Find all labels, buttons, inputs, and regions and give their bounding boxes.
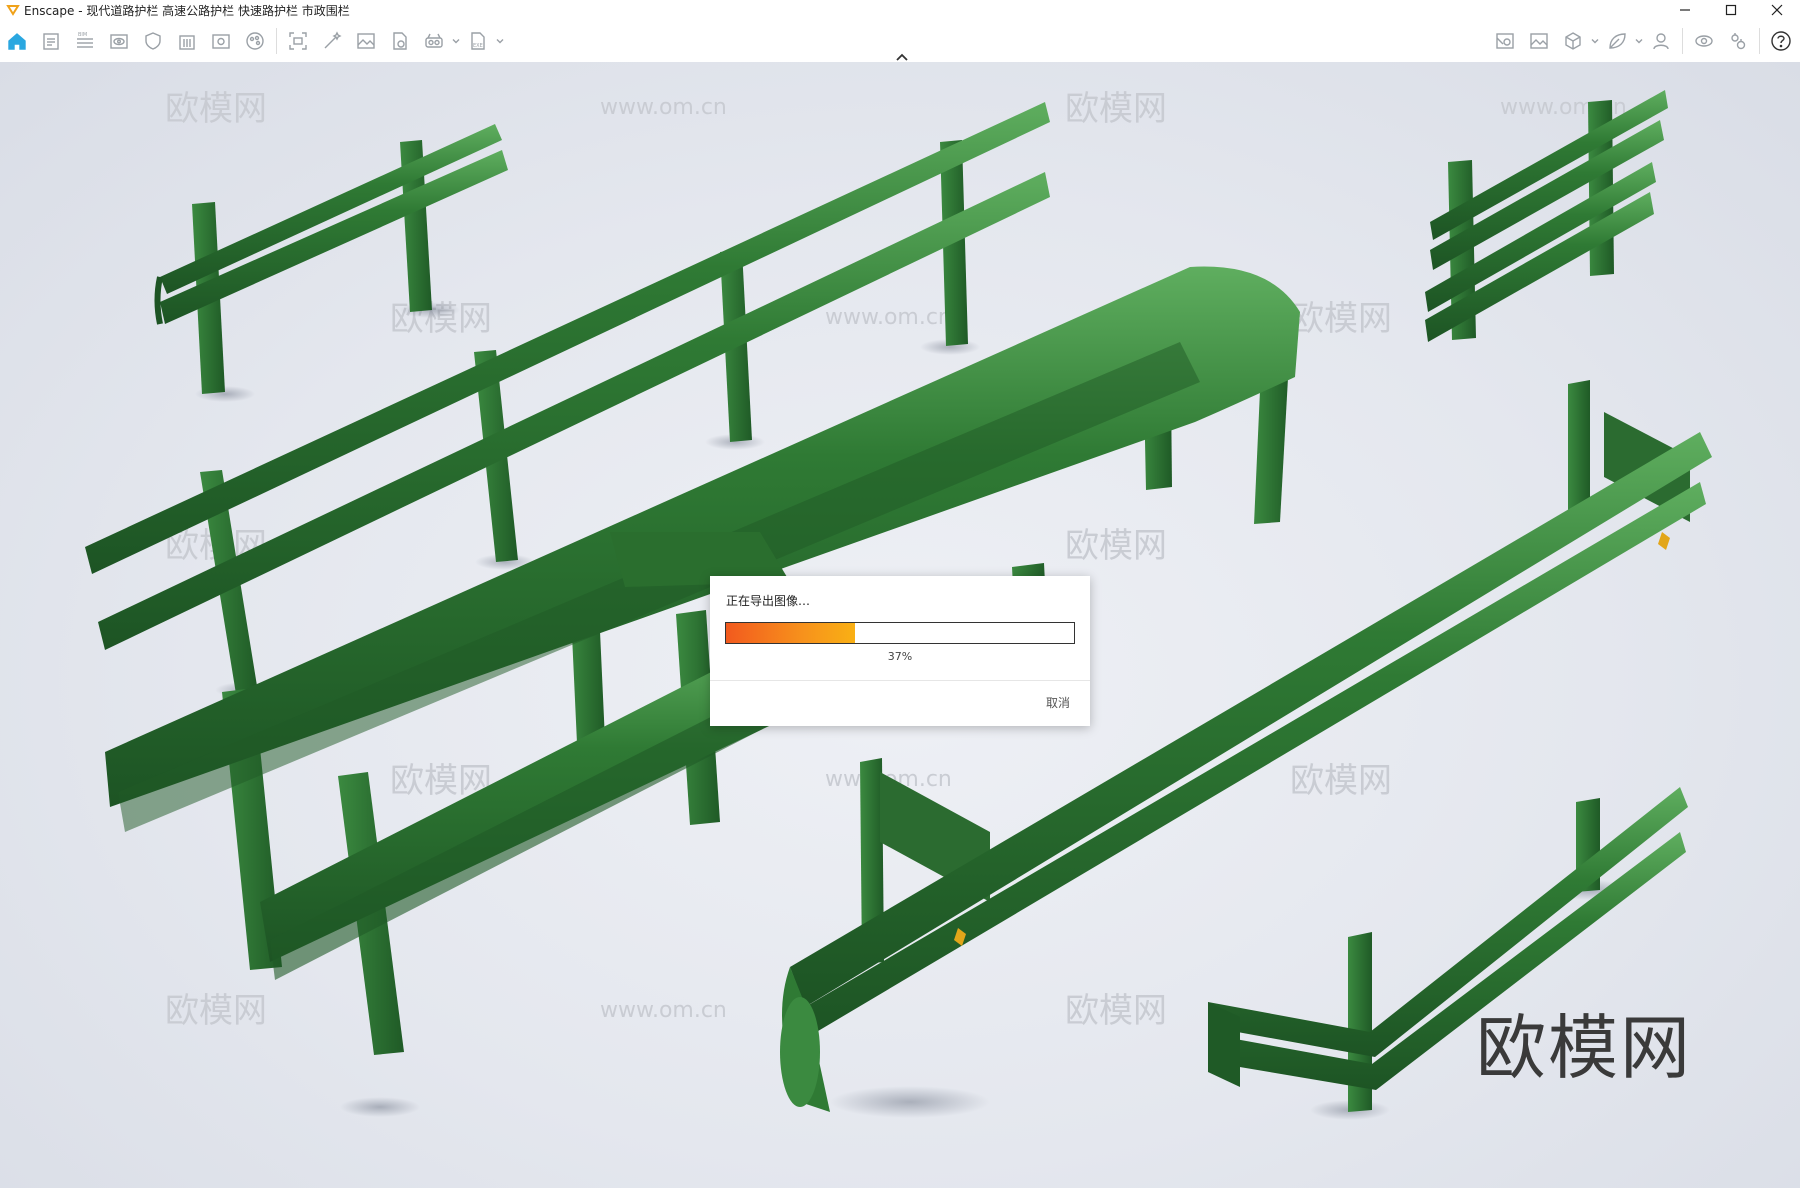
progress-bar — [725, 622, 1075, 644]
image-gear-icon — [212, 34, 230, 49]
guardrail-short-top-left — [154, 124, 508, 394]
vr-dropdown[interactable] — [451, 24, 461, 58]
guardrail-stacked-right — [1425, 90, 1668, 342]
progress-fill — [726, 623, 855, 643]
visibility-button[interactable] — [1687, 24, 1721, 58]
shield-button[interactable] — [136, 24, 170, 58]
watermark-cn: 欧模网 — [165, 89, 267, 129]
cancel-button[interactable]: 取消 — [1046, 694, 1070, 711]
file-export-icon — [393, 32, 407, 50]
document-button[interactable] — [34, 24, 68, 58]
color-button[interactable] — [238, 24, 272, 58]
help-button[interactable] — [1764, 24, 1798, 58]
chevron-down-icon — [496, 39, 504, 44]
watermark-cn: 欧模网 — [1290, 761, 1392, 801]
chevron-down-icon — [1635, 39, 1643, 44]
image-preview-icon — [1530, 33, 1548, 49]
magic-button[interactable] — [315, 24, 349, 58]
bim-list-icon: BIM — [77, 32, 93, 48]
toolbar-separator — [276, 28, 277, 54]
toolbar-collapse-button[interactable] — [894, 48, 910, 61]
toolbar-left: BIM EXE — [0, 20, 505, 62]
landscape-image-icon — [357, 33, 375, 49]
toolbar-right — [1488, 20, 1798, 62]
document-icon — [43, 33, 59, 50]
enscape-logo-icon — [6, 5, 20, 16]
export-file-icon: EXE — [471, 32, 485, 50]
chevron-down-icon — [452, 39, 460, 44]
visibility-eye-icon — [1695, 35, 1713, 47]
window-title: Enscape - 现代道路护栏 高速公路护栏 快速路护栏 市政围栏 — [24, 3, 350, 18]
export-progress-dialog: 正在导出图像… 37% 取消 — [710, 576, 1090, 726]
brand-logo: 欧模网 — [1476, 1007, 1692, 1089]
watermark-cn: 欧模网 — [1290, 299, 1392, 339]
maximize-icon — [1725, 4, 1737, 16]
home-icon — [8, 33, 26, 50]
maximize-button[interactable] — [1708, 0, 1754, 20]
eye-view-icon — [110, 34, 128, 49]
asset-dropdown[interactable] — [1634, 24, 1644, 58]
help-icon — [1771, 31, 1791, 51]
map-settings-icon — [1496, 33, 1514, 49]
building-icon — [179, 35, 195, 50]
magic-wand-icon — [324, 31, 342, 49]
cube-dropdown[interactable] — [1590, 24, 1600, 58]
svg-text:BIM: BIM — [78, 32, 87, 38]
asset-leaf-icon — [1609, 33, 1626, 49]
chevron-down-icon — [1591, 39, 1599, 44]
capture-button[interactable] — [281, 24, 315, 58]
render-image-button[interactable] — [349, 24, 383, 58]
capture-frame-icon — [289, 32, 307, 50]
close-icon — [1771, 4, 1783, 16]
view-button[interactable] — [102, 24, 136, 58]
cube-button[interactable] — [1556, 24, 1590, 58]
gears-icon — [1731, 33, 1746, 50]
toolbar-separator — [1759, 28, 1760, 54]
cube-icon — [1565, 32, 1581, 50]
progress-percent: 37% — [887, 650, 913, 663]
watermark-url: www.om.cn — [825, 305, 952, 330]
window-controls — [1662, 0, 1800, 20]
color-wheel-icon — [246, 32, 264, 50]
watermark-cn: 欧模网 — [1065, 991, 1167, 1031]
asset-button[interactable] — [1600, 24, 1634, 58]
watermark-url: www.om.cn — [600, 95, 727, 120]
title-bar: Enscape - 现代道路护栏 高速公路护栏 快速路护栏 市政围栏 — [0, 0, 1800, 20]
export-dropdown[interactable] — [495, 24, 505, 58]
watermark-cn: 欧模网 — [1065, 89, 1167, 129]
map-settings-button[interactable] — [1488, 24, 1522, 58]
close-button[interactable] — [1754, 0, 1800, 20]
shield-icon — [145, 32, 161, 50]
preview-button[interactable] — [1522, 24, 1556, 58]
file-button[interactable] — [383, 24, 417, 58]
vr-button[interactable] — [417, 24, 451, 58]
guardrail-u-shape — [105, 266, 1300, 1055]
bim-button[interactable]: BIM — [68, 24, 102, 58]
settings-button[interactable] — [1721, 24, 1755, 58]
watermark-url: www.om.cn — [600, 998, 727, 1023]
export-button[interactable]: EXE — [461, 24, 495, 58]
render-viewport[interactable]: 欧模网 www.om.cn 欧模网 www.om.cn 欧模网 www.om.c… — [0, 62, 1800, 1188]
image-settings-button[interactable] — [204, 24, 238, 58]
building-button[interactable] — [170, 24, 204, 58]
minimize-icon — [1680, 9, 1690, 11]
home-button[interactable] — [0, 24, 34, 58]
user-settings-button[interactable] — [1644, 24, 1678, 58]
watermark-cn: 欧模网 — [1065, 526, 1167, 566]
minimize-button[interactable] — [1662, 0, 1708, 20]
vr-headset-icon — [425, 33, 443, 48]
dialog-title: 正在导出图像… — [726, 594, 811, 608]
user-settings-icon — [1653, 33, 1669, 50]
dialog-divider — [710, 680, 1090, 681]
svg-text:EXE: EXE — [473, 43, 483, 49]
watermark-cn: 欧模网 — [165, 991, 267, 1031]
toolbar-separator — [1682, 28, 1683, 54]
